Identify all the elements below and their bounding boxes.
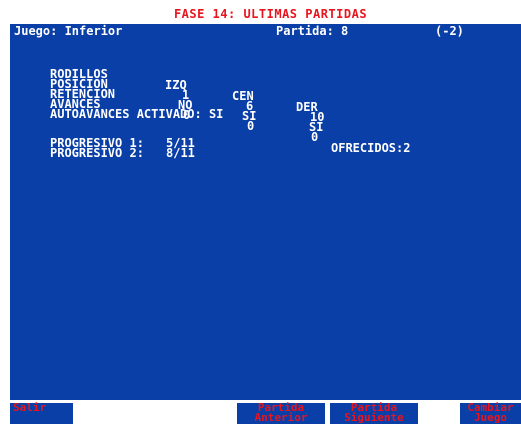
terminal-screen: FASE 14: ULTIMAS PARTIDAS Juego: Inferio… bbox=[0, 0, 521, 424]
game-label: Juego: Inferior bbox=[14, 24, 123, 38]
progresivo-2: PROGRESIVO 2: 8/11 bbox=[50, 146, 195, 160]
ofrecidos-count: OFRECIDOS:2 bbox=[331, 141, 411, 155]
button-sublabel: Juego bbox=[473, 411, 508, 424]
button-sublabel: Siguiente bbox=[344, 411, 404, 424]
main-panel: Juego: Inferior Partida: 8 (-2) RODILLOS… bbox=[10, 24, 521, 400]
autoavances-status: AUTOAVANCES ACTIVADO: SI bbox=[50, 98, 223, 120]
phase-title-text: FASE 14: ULTIMAS PARTIDAS bbox=[173, 7, 368, 21]
partida-delta: (-2) bbox=[435, 24, 464, 38]
partida-siguiente-button[interactable]: Partida Siguiente bbox=[330, 402, 418, 424]
salir-button[interactable]: Salir bbox=[10, 401, 73, 424]
function-key-bar: Salir Partida Anterior Partida Siguiente… bbox=[0, 400, 521, 424]
partida-number: Partida: 8 bbox=[276, 24, 349, 38]
partida-anterior-button[interactable]: Partida Anterior bbox=[237, 402, 325, 424]
cell-cen: 0 bbox=[247, 119, 255, 133]
cambiar-juego-button[interactable]: Cambiar Juego bbox=[460, 402, 521, 424]
phase-title: FASE 14: ULTIMAS PARTIDAS bbox=[0, 7, 521, 23]
progresivo-label: PROGRESIVO 2: bbox=[50, 146, 144, 160]
status-header: Juego: Inferior Partida: 8 (-2) bbox=[10, 24, 521, 38]
button-label: Salir bbox=[13, 401, 47, 414]
cell-der: 0 bbox=[311, 130, 319, 144]
autoavances-text: AUTOAVANCES ACTIVADO: SI bbox=[50, 107, 224, 121]
progresivo-value: 8/11 bbox=[166, 146, 195, 160]
button-sublabel: Anterior bbox=[254, 411, 308, 424]
